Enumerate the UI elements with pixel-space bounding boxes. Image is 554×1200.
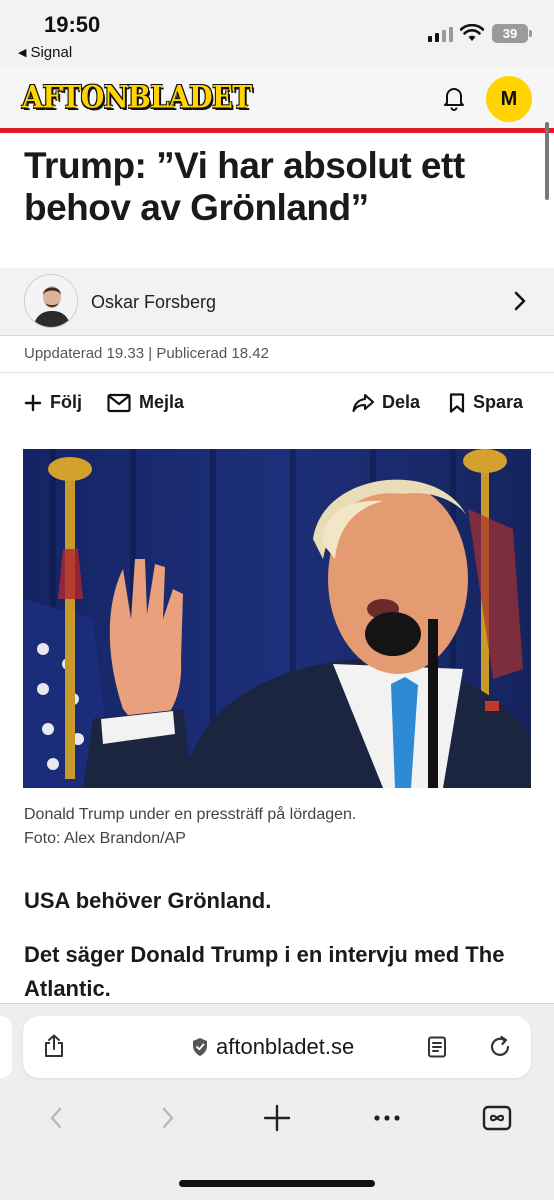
article-photo[interactable]	[23, 449, 531, 788]
ellipsis-icon	[374, 1115, 400, 1121]
reader-mode-icon[interactable]	[427, 1036, 447, 1058]
new-tab-button[interactable]	[259, 1100, 295, 1136]
article-timestamp: Uppdaterad 19.33 | Publicerad 18.42	[24, 345, 269, 362]
article-lead: USA behöver Grönland.	[24, 888, 272, 913]
author-avatar	[24, 274, 78, 328]
previous-tab-edge[interactable]	[0, 1016, 12, 1078]
article-body: Det säger Donald Trump i en intervju med…	[24, 942, 505, 1001]
follow-button[interactable]: Följ	[24, 392, 82, 413]
photo-credit: Foto: Alex Brandon/AP	[24, 830, 186, 847]
save-label: Spara	[473, 392, 524, 412]
aftonbladet-logo[interactable]: AFTONBLADET	[22, 80, 252, 116]
plus-icon	[263, 1104, 291, 1132]
photo-caption: Donald Trump under en pressträff på lörd…	[24, 803, 356, 851]
status-bar: 19:50 ◀ Signal 39	[0, 0, 554, 66]
back-app-label: Signal	[30, 44, 73, 61]
chevron-left-icon	[50, 1107, 62, 1129]
bell-icon[interactable]	[440, 84, 468, 112]
chevron-right-icon	[162, 1107, 174, 1129]
tabs-infinity-icon	[482, 1105, 512, 1131]
tabs-button[interactable]	[479, 1100, 515, 1136]
profile-avatar[interactable]: M	[486, 76, 532, 122]
back-button[interactable]	[38, 1100, 74, 1136]
status-time: 19:50	[44, 12, 101, 37]
article-headline: Trump: ”Vi har absolut ett behov av Grön…	[24, 145, 465, 228]
plus-icon	[24, 394, 42, 411]
scrollbar[interactable]	[545, 122, 549, 200]
privacy-shield-icon	[193, 1038, 207, 1056]
share-sheet-icon[interactable]	[43, 1034, 65, 1058]
share-arrow-icon	[352, 393, 374, 412]
cellular-signal-icon	[428, 27, 453, 42]
forward-button[interactable]	[150, 1100, 186, 1136]
reload-icon[interactable]	[488, 1035, 512, 1059]
back-to-app-link[interactable]: ◀ Signal	[18, 44, 72, 61]
mail-icon	[107, 393, 131, 412]
site-header: AFTONBLADET M	[0, 66, 554, 128]
save-button[interactable]: Spara	[449, 392, 523, 413]
home-indicator[interactable]	[179, 1180, 375, 1187]
url-text[interactable]: aftonbladet.se	[216, 1034, 354, 1060]
divider	[0, 372, 554, 373]
author-byline[interactable]: Oskar Forsberg	[0, 268, 554, 336]
header-divider	[0, 128, 554, 133]
battery-indicator: 39	[492, 24, 532, 43]
more-button[interactable]	[369, 1100, 405, 1136]
share-button[interactable]: Dela	[352, 392, 420, 413]
author-name: Oskar Forsberg	[91, 292, 217, 312]
chevron-right-icon	[514, 291, 526, 311]
follow-label: Följ	[50, 392, 82, 412]
back-triangle-icon: ◀	[18, 47, 27, 59]
wifi-icon	[460, 24, 484, 41]
share-label: Dela	[382, 392, 421, 412]
email-button[interactable]: Mejla	[107, 392, 184, 413]
email-label: Mejla	[139, 392, 185, 412]
caption-text: Donald Trump under en pressträff på lörd…	[24, 806, 357, 823]
bookmark-icon	[449, 392, 465, 413]
